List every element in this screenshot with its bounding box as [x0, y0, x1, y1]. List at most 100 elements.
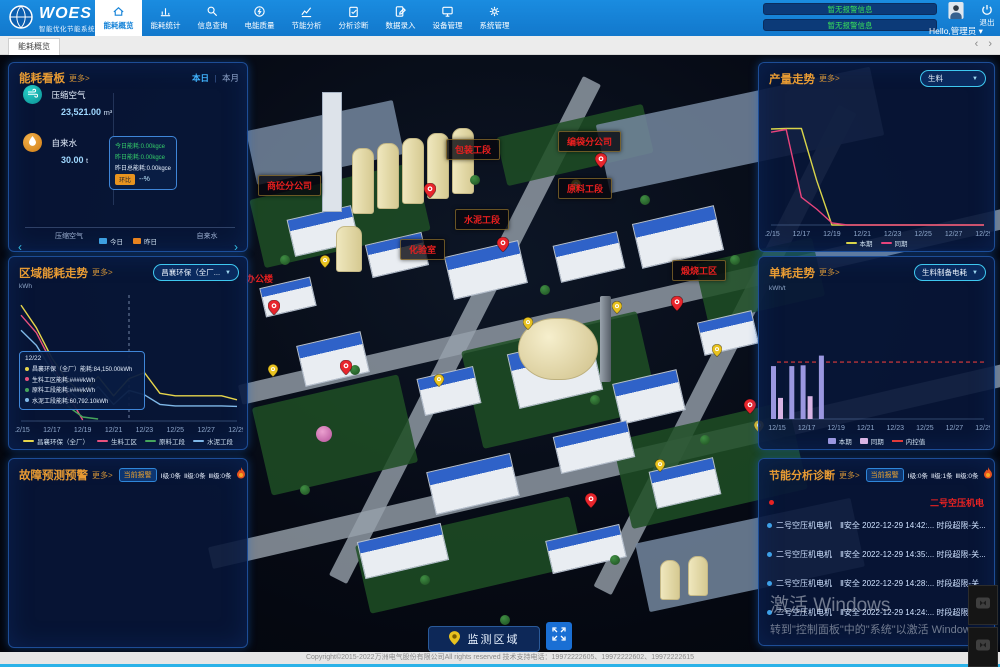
map-label-5[interactable]: 化验室 [400, 239, 445, 260]
mini-chart-legend: 今日昨日 [9, 236, 247, 246]
alarm-ticker: 二号空压机电 [759, 484, 994, 509]
alarm-row[interactable]: 二号空压机电机 Ⅱ安全 2022-12-29 14:42:... 时段超限-关.… [759, 511, 994, 540]
compressed-air-icon [23, 85, 42, 104]
map-decor-silo2 [660, 560, 680, 600]
alarm-marquee-1: 暂无报警信息 [763, 3, 937, 15]
side-tool-button-2[interactable] [968, 627, 998, 667]
svg-text:12/21: 12/21 [857, 425, 875, 432]
map-label-2[interactable]: 编袋分公司 [558, 131, 621, 152]
panel-title: 能耗看板 [19, 70, 65, 86]
consumption-type-select[interactable]: 生料制备电耗▼ [914, 264, 986, 281]
nav-tab-5[interactable]: 分析诊断 [330, 0, 377, 36]
production-trend-panel: 产量走势 更多> 生料▼ 12/1512/1712/1912/2112/2312… [758, 62, 995, 252]
globe-icon [8, 4, 34, 35]
map-decor-tree [610, 555, 620, 565]
map-label-4[interactable]: 水泥工段 [455, 209, 509, 230]
panel-title: 节能分析诊断 [769, 467, 835, 483]
nav-tab-8[interactable]: 系统管理 [471, 0, 518, 36]
svg-text:12/25: 12/25 [167, 427, 185, 434]
monitor-area-label: 监测区域 [468, 631, 520, 647]
yellow-pin-icon [268, 364, 278, 382]
red-pin-icon [497, 237, 509, 257]
energy-tooltip: 今日能耗:0.00kgce昨日能耗:0.00kgce昨日总能耗:0.00kgce… [109, 136, 177, 190]
panel-title: 单耗走势 [769, 265, 815, 281]
ticker-dot [769, 500, 774, 505]
map-decor-tree [700, 435, 710, 445]
energy-item-value: 30.00 t [61, 155, 88, 165]
red-pin-icon [744, 399, 756, 419]
user-greeting: Hello,管理员 [929, 26, 976, 36]
water-drop-icon [23, 133, 42, 152]
red-pin-icon [268, 300, 280, 320]
fullscreen-button[interactable] [546, 622, 572, 650]
tab-energy-overview[interactable]: 能耗概览 [8, 38, 60, 55]
period-day-option[interactable]: 本日 [192, 73, 209, 83]
more-link[interactable]: 更多> [839, 470, 860, 481]
alarm-level-counts: Ⅰ级:0条Ⅱ级:1条Ⅲ级:0条 [908, 470, 979, 480]
material-select[interactable]: 生料▼ [920, 70, 986, 87]
map-label-6[interactable]: 煅烧工区 [672, 260, 726, 281]
alarm-flame-icon [983, 466, 993, 484]
legend-item: 昌襄环保（全厂） [23, 436, 89, 446]
nav-tab-3[interactable]: 电能质量 [236, 0, 283, 36]
more-link[interactable]: 更多> [819, 267, 840, 278]
nav-tab-1[interactable]: 能耗统计 [142, 0, 189, 36]
tab-scroll-left-icon[interactable]: ‹ [975, 38, 979, 50]
svg-text:12/21: 12/21 [105, 427, 123, 434]
tooltip-date: 12/22 [25, 355, 139, 362]
region-select[interactable]: 昌襄环保（全厂...▼ [153, 264, 239, 281]
nav-tab-0[interactable]: 能耗概览 [95, 0, 142, 36]
nav-tab-7[interactable]: 设备管理 [424, 0, 471, 36]
more-link[interactable]: 更多> [69, 73, 90, 84]
more-link[interactable]: 更多> [92, 470, 113, 481]
map-decor-tree [590, 395, 600, 405]
legend-item: 同期 [860, 436, 884, 446]
monitor-area-button[interactable]: 监测区域 [428, 626, 540, 652]
alarm-row[interactable]: 二号空压机电机 Ⅱ安全 2022-12-29 14:35:... 时段超限-关.… [759, 540, 994, 569]
svg-text:12/21: 12/21 [854, 231, 872, 238]
current-alarm-chip[interactable]: 当前报警 [119, 468, 157, 482]
map-decor-tree [470, 175, 480, 185]
nav-tab-4[interactable]: 节能分析 [283, 0, 330, 36]
svg-text:12/19: 12/19 [823, 231, 841, 238]
map-decor-blossom [316, 426, 332, 442]
more-link[interactable]: 更多> [92, 267, 113, 278]
side-tool-button-1[interactable] [968, 585, 998, 625]
svg-text:12/29: 12/29 [228, 427, 243, 434]
energy-item-compressed-air: 压缩空气 23,521.00 m³ [23, 85, 112, 117]
more-link[interactable]: 更多> [819, 73, 840, 84]
map-label-0[interactable]: 商砼分公司 [258, 175, 321, 196]
main-nav: 能耗概览能耗统计信息查询电能质量节能分析分析诊断数据录入设备管理系统管理 [95, 0, 518, 36]
svg-text:12/25: 12/25 [916, 425, 934, 432]
map-label-1[interactable]: 包装工段 [446, 139, 500, 160]
logout-button[interactable]: 退出 [976, 4, 998, 28]
alarm-row[interactable]: 二号空压机电机 Ⅱ安全 2022-12-29 14:24:... 时段超限-关.… [759, 598, 994, 627]
svg-text:12/27: 12/27 [945, 231, 963, 238]
nav-tab-2[interactable]: 信息查询 [189, 0, 236, 36]
map-label-3[interactable]: 原料工段 [558, 178, 612, 199]
map-label-7[interactable]: 办公楼 [246, 272, 273, 285]
svg-text:12/17: 12/17 [793, 231, 811, 238]
top-navigation-bar: WOES 智能优化节能系统 能耗概览能耗统计信息查询电能质量节能分析分析诊断数据… [0, 0, 1000, 36]
map-decor-tree [300, 485, 310, 495]
map-decor-silo [402, 138, 424, 204]
avatar [948, 6, 964, 23]
svg-text:12/15: 12/15 [765, 231, 780, 238]
chevron-down-icon: ▼ [972, 270, 978, 276]
map-decor-tree [420, 575, 430, 585]
svg-text:12/23: 12/23 [136, 427, 154, 434]
map-decor-silo [452, 128, 474, 194]
screen-tool-icon [975, 637, 991, 658]
alarm-row[interactable]: 二号空压机电机 Ⅱ安全 2022-12-29 14:28:... 时段超限-关.… [759, 569, 994, 598]
current-alarm-chip[interactable]: 当前报警 [866, 468, 904, 482]
nav-tab-6[interactable]: 数据录入 [377, 0, 424, 36]
tab-scroll-right-icon[interactable]: › [988, 38, 992, 50]
brand-name: WOES [39, 6, 95, 22]
legend-item: 同期 [881, 238, 908, 248]
period-month-option[interactable]: 本月 [222, 73, 239, 83]
red-pin-icon [424, 183, 436, 203]
legend-item: 原料工段 [145, 436, 185, 446]
legend-item: 内控值 [892, 436, 926, 446]
unit-consumption-chart: 12/1512/1712/1912/2112/2312/2512/2712/29 [765, 291, 990, 433]
alarm-list: 二号空压机电机 Ⅱ安全 2022-12-29 14:42:... 时段超限-关.… [759, 511, 994, 627]
